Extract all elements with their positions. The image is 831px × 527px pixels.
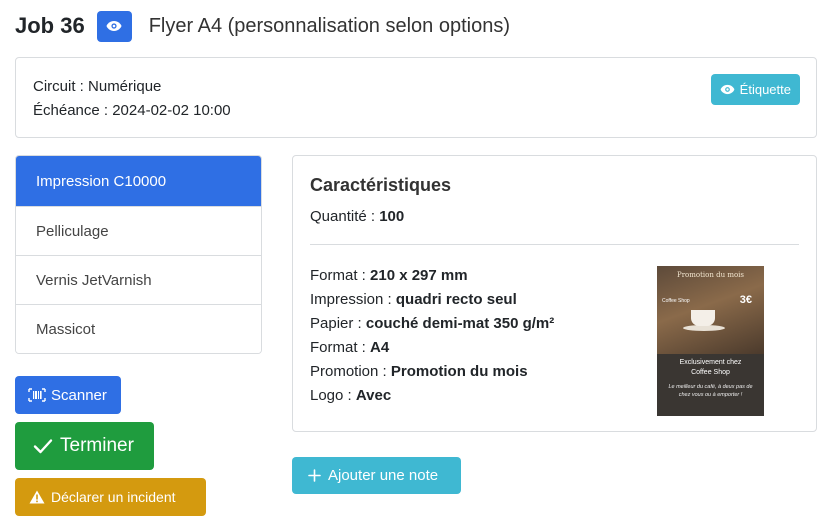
step-label: Pelliculage bbox=[36, 222, 109, 240]
spec-label: Papier : bbox=[310, 315, 366, 332]
flyer-price: 3€ bbox=[739, 294, 752, 306]
quantity-line: Quantité : 100 bbox=[310, 208, 404, 225]
page-header: Job 36 Flyer A4 (personnalisation selon … bbox=[15, 10, 510, 42]
step-label: Massicot bbox=[36, 320, 96, 338]
plus-icon bbox=[308, 469, 321, 482]
spec-label: Promotion : bbox=[310, 363, 391, 380]
label-button[interactable]: Étiquette bbox=[710, 74, 800, 105]
step-item-massicot[interactable]: Massicot bbox=[16, 304, 261, 353]
view-job-button[interactable] bbox=[96, 10, 132, 42]
job-title: Job 36 bbox=[15, 13, 85, 38]
spec-value: A4 bbox=[370, 339, 390, 356]
spec-row: Logo : Avec bbox=[310, 384, 554, 408]
spec-row: Format : A4 bbox=[310, 336, 554, 360]
spec-row: Promotion : Promotion du mois bbox=[310, 360, 554, 384]
step-item-pelliculage[interactable]: Pelliculage bbox=[16, 206, 261, 255]
eye-icon bbox=[720, 84, 735, 95]
coffee-cup-icon bbox=[691, 310, 715, 326]
quantity-label: Quantité : bbox=[310, 208, 380, 225]
spec-label: Format : bbox=[310, 339, 371, 356]
job-info-card: Circuit : Numérique Échéance : 2024-02-0… bbox=[15, 57, 817, 138]
quantity-value: 100 bbox=[379, 208, 405, 225]
finish-button-label: Terminer bbox=[60, 435, 134, 456]
step-item-vernis[interactable]: Vernis JetVarnish bbox=[16, 255, 261, 304]
check-icon bbox=[33, 439, 53, 454]
spec-row: Impression : quadri recto seul bbox=[310, 288, 554, 312]
flyer-heading: Promotion du mois bbox=[676, 271, 745, 279]
spec-value: couché demi-mat 350 g/m² bbox=[365, 315, 555, 332]
spec-label: Format : bbox=[310, 267, 371, 284]
characteristics-title: Caractéristiques bbox=[310, 175, 452, 195]
circuit-label: Circuit : bbox=[33, 78, 89, 95]
spec-label: Logo : bbox=[310, 387, 356, 404]
report-incident-button[interactable]: Déclarer un incident bbox=[15, 478, 206, 516]
eye-icon bbox=[106, 21, 122, 31]
due-label: Échéance : bbox=[33, 102, 113, 119]
spec-label: Impression : bbox=[310, 291, 396, 308]
finish-button[interactable]: Terminer bbox=[15, 422, 154, 470]
spec-value: Avec bbox=[355, 387, 392, 404]
warning-icon bbox=[29, 490, 45, 504]
due-value: 2024-02-02 10:00 bbox=[112, 102, 231, 119]
flyer-shop-sign: Coffee Shop bbox=[662, 298, 690, 304]
flyer-tagline: Le meilleur du café, à deux pas de chez … bbox=[668, 384, 753, 398]
flyer-exclusive-line1: Exclusivement chez bbox=[679, 359, 742, 366]
circuit-line: Circuit : Numérique bbox=[33, 78, 161, 95]
circuit-value: Numérique bbox=[88, 78, 162, 95]
spec-row: Format : 210 x 297 mm bbox=[310, 264, 554, 288]
step-list: Impression C10000 Pelliculage Vernis Jet… bbox=[15, 155, 262, 354]
due-date-line: Échéance : 2024-02-02 10:00 bbox=[33, 102, 231, 119]
spec-value: Promotion du mois bbox=[390, 363, 528, 380]
scan-button-label: Scanner bbox=[51, 386, 107, 404]
scan-button[interactable]: Scanner bbox=[15, 376, 121, 414]
label-button-text: Étiquette bbox=[739, 82, 791, 97]
barcode-icon bbox=[28, 388, 46, 402]
spec-value: 210 x 297 mm bbox=[370, 267, 468, 284]
add-note-button[interactable]: Ajouter une note bbox=[292, 457, 461, 494]
characteristics-card: Caractéristiques Quantité : 100 Format :… bbox=[292, 155, 817, 432]
incident-button-label: Déclarer un incident bbox=[51, 489, 176, 505]
flyer-exclusive-line2: Coffee Shop bbox=[691, 369, 730, 376]
step-label: Vernis JetVarnish bbox=[36, 271, 152, 289]
spec-list: Format : 210 x 297 mm Impression : quadr… bbox=[310, 264, 554, 408]
add-note-label: Ajouter une note bbox=[328, 467, 439, 484]
step-item-impression[interactable]: Impression C10000 bbox=[16, 156, 261, 206]
divider bbox=[310, 244, 799, 245]
flyer-exclusive: Exclusivement chez Coffee Shop bbox=[657, 358, 764, 378]
job-subtitle: Flyer A4 (personnalisation selon options… bbox=[148, 14, 511, 37]
flyer-preview-image[interactable]: Promotion du mois Coffee Shop 3€ Exclusi… bbox=[657, 266, 764, 416]
step-label: Impression C10000 bbox=[36, 172, 167, 190]
spec-value: quadri recto seul bbox=[395, 291, 517, 308]
spec-row: Papier : couché demi-mat 350 g/m² bbox=[310, 312, 554, 336]
